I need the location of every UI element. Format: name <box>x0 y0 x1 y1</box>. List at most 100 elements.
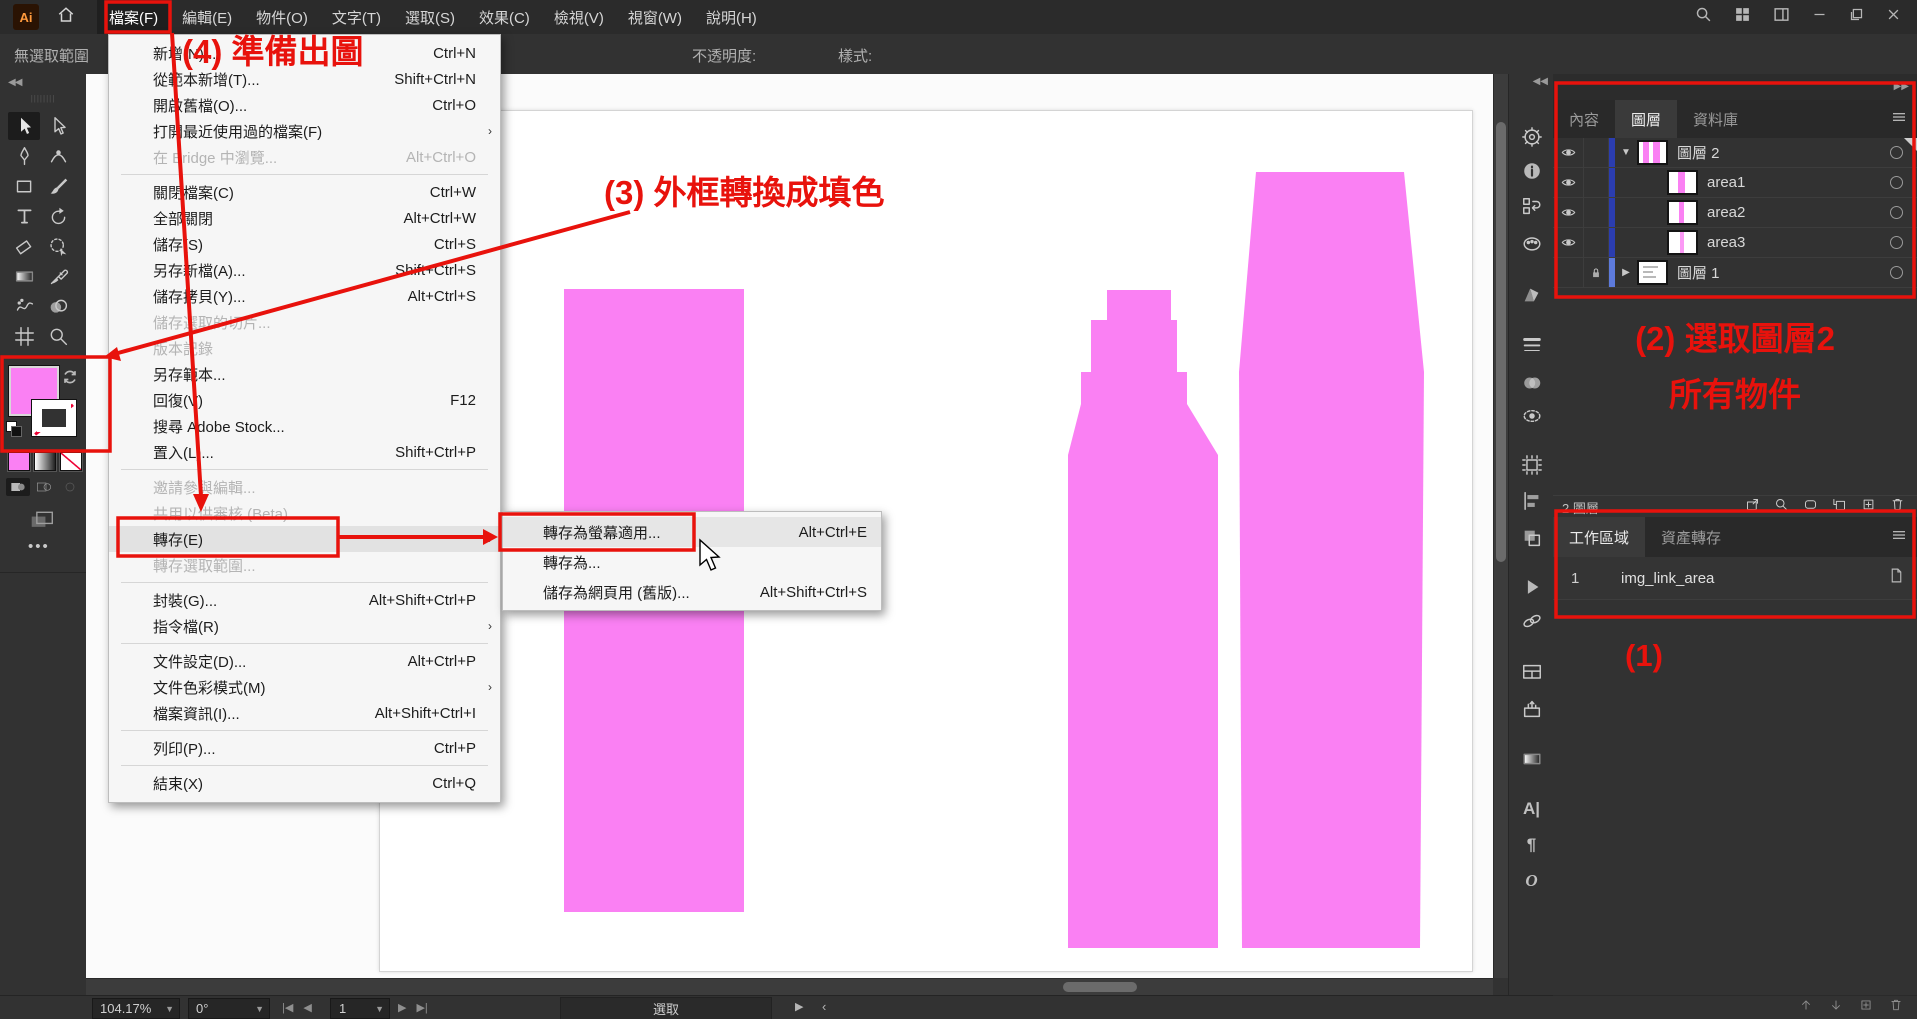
file-menu-item[interactable]: 結束(X)Ctrl+Q <box>109 770 500 796</box>
shape-builder-tool[interactable] <box>42 292 74 320</box>
panel-menu-icon[interactable] <box>1891 110 1907 129</box>
file-menu-item[interactable]: 從範本新增(T)...Shift+Ctrl+N <box>109 66 500 92</box>
home-icon[interactable] <box>57 6 75 29</box>
make-mask-icon[interactable] <box>1803 497 1818 517</box>
visibility-eye-icon[interactable] <box>1553 168 1584 197</box>
color-icon[interactable] <box>1521 232 1543 259</box>
file-menu-item[interactable]: 另存範本... <box>109 361 500 387</box>
symbol-sprayer-tool[interactable] <box>8 292 40 320</box>
visibility-eye-icon[interactable] <box>1553 198 1584 227</box>
shaper-tool[interactable] <box>42 232 74 260</box>
artboard-options-icon[interactable] <box>1521 454 1543 481</box>
close-icon[interactable] <box>1886 7 1901 27</box>
layer-name[interactable]: 圖層 2 <box>1677 142 1720 163</box>
document-layout-icon[interactable] <box>1773 6 1790 28</box>
lock-empty[interactable] <box>1584 228 1609 257</box>
menubar-item[interactable]: 視窗(W) <box>616 0 694 34</box>
links-icon[interactable] <box>1521 610 1543 637</box>
layer-row[interactable]: area2 <box>1553 198 1917 228</box>
menubar-item[interactable]: 選取(S) <box>393 0 467 34</box>
layer-thumbnail[interactable] <box>1667 230 1698 255</box>
lock-icon[interactable] <box>1584 258 1609 287</box>
last-artboard-icon[interactable]: ▶| <box>416 1001 427 1014</box>
expand-dock-icon[interactable]: ▶▶ <box>1894 81 1909 92</box>
eyedropper-tool[interactable] <box>42 262 74 290</box>
tab-圖層[interactable]: 圖層 <box>1615 100 1677 138</box>
lock-empty[interactable] <box>1584 168 1609 197</box>
target-circle-icon[interactable] <box>1890 236 1903 249</box>
character-icon[interactable]: A| <box>1523 799 1540 819</box>
artboards-icon[interactable] <box>1521 661 1543 688</box>
rectangle-tool[interactable] <box>8 172 40 200</box>
stroke-color-swatch[interactable] <box>31 399 77 437</box>
rotation-dropdown[interactable]: 0°▼ <box>188 998 270 1019</box>
export-submenu-item[interactable]: 轉存為... <box>503 547 881 577</box>
draw-normal-button[interactable] <box>6 478 30 496</box>
layer-thumbnail[interactable] <box>1637 140 1668 165</box>
horizontal-scroll-thumb[interactable] <box>1063 982 1137 992</box>
type-tool[interactable] <box>8 202 40 230</box>
new-sublayer-icon[interactable] <box>1832 497 1847 517</box>
selection-tool[interactable] <box>8 112 40 140</box>
target-circle-icon[interactable] <box>1890 146 1903 159</box>
search-icon[interactable] <box>1695 6 1712 28</box>
visibility-empty[interactable] <box>1553 258 1584 287</box>
layer-thumbnail[interactable] <box>1667 170 1698 195</box>
eraser-tool[interactable] <box>8 232 40 260</box>
color-button[interactable] <box>8 452 30 471</box>
tab-資料庫[interactable]: 資料庫 <box>1677 100 1754 138</box>
appearance-icon[interactable] <box>1521 405 1543 432</box>
export-submenu-item[interactable]: 轉存為螢幕適用...Alt+Ctrl+E <box>503 517 881 547</box>
lock-empty[interactable] <box>1584 198 1609 227</box>
layer-name[interactable]: 圖層 1 <box>1677 262 1720 283</box>
curvature-tool[interactable] <box>42 142 74 170</box>
collect-export-icon[interactable] <box>1745 497 1760 517</box>
visibility-eye-icon[interactable] <box>1553 138 1584 167</box>
layer-row[interactable]: ▼圖層 2 <box>1553 138 1917 168</box>
target-circle-icon[interactable] <box>1890 206 1903 219</box>
file-menu-item[interactable]: 置入(L)...Shift+Ctrl+P <box>109 439 500 465</box>
file-menu-item[interactable]: 指令檔(R)› <box>109 613 500 639</box>
none-button[interactable] <box>60 452 82 471</box>
file-menu-item[interactable]: 封裝(G)...Alt+Shift+Ctrl+P <box>109 587 500 613</box>
minimize-icon[interactable] <box>1812 7 1827 27</box>
layer-row[interactable]: ▶ 圖層 1 <box>1553 258 1917 288</box>
file-menu-item[interactable]: 儲存(S)Ctrl+S <box>109 231 500 257</box>
pen-tool[interactable] <box>8 142 40 170</box>
gradient-icon[interactable] <box>1521 748 1543 775</box>
target-circle-icon[interactable] <box>1890 266 1903 279</box>
artboard-number-dropdown[interactable]: 1▼ <box>330 998 390 1019</box>
asset-export-icon[interactable] <box>1521 698 1543 725</box>
rotate-tool[interactable] <box>42 202 74 230</box>
collapse-panel-icon[interactable]: ◀◀ <box>8 77 21 88</box>
gradient-tool[interactable] <box>8 262 40 290</box>
magenta-bottle-area2[interactable] <box>1068 290 1218 948</box>
zoom-level-dropdown[interactable]: 104.17%▼ <box>92 998 180 1019</box>
menubar-item[interactable]: 物件(O) <box>244 0 320 34</box>
expand-chevron-icon[interactable]: ▶ <box>1615 267 1637 278</box>
layer-thumbnail[interactable] <box>1667 200 1698 225</box>
file-menu-item[interactable]: 關閉檔案(C)Ctrl+W <box>109 179 500 205</box>
target-circle-icon[interactable] <box>1890 176 1903 189</box>
menubar-item[interactable]: 編輯(E) <box>170 0 244 34</box>
menubar-item[interactable]: 檢視(V) <box>542 0 616 34</box>
next-artboard-icon[interactable]: ▶ <box>398 1001 406 1014</box>
screen-mode-icon[interactable] <box>30 510 54 535</box>
opentype-icon[interactable]: O <box>1525 871 1537 891</box>
new-layer-icon[interactable] <box>1861 497 1876 517</box>
chevron-left-icon[interactable]: ‹ <box>822 999 826 1014</box>
file-menu-item[interactable]: 列印(P)...Ctrl+P <box>109 735 500 761</box>
layer-name[interactable]: area2 <box>1707 204 1745 221</box>
file-menu-item[interactable]: 轉存(E)› <box>109 526 500 552</box>
file-menu-item[interactable]: 回復(V)F12 <box>109 387 500 413</box>
tab-資產轉存[interactable]: 資產轉存 <box>1645 517 1737 557</box>
discover-icon[interactable] <box>1521 126 1543 153</box>
file-menu-item[interactable]: 全部關閉Alt+Ctrl+W <box>109 205 500 231</box>
vertical-scrollbar[interactable] <box>1493 74 1509 978</box>
menubar-item[interactable]: 檔案(F) <box>97 0 170 34</box>
file-menu-item[interactable]: 新增(N)...Ctrl+N <box>109 40 500 66</box>
actions-icon[interactable] <box>1521 576 1543 603</box>
move-up-icon[interactable] <box>1799 998 1813 1017</box>
workspace-grid-icon[interactable] <box>1734 6 1751 28</box>
artboard-row[interactable]: 1 img_link_area <box>1553 557 1917 600</box>
